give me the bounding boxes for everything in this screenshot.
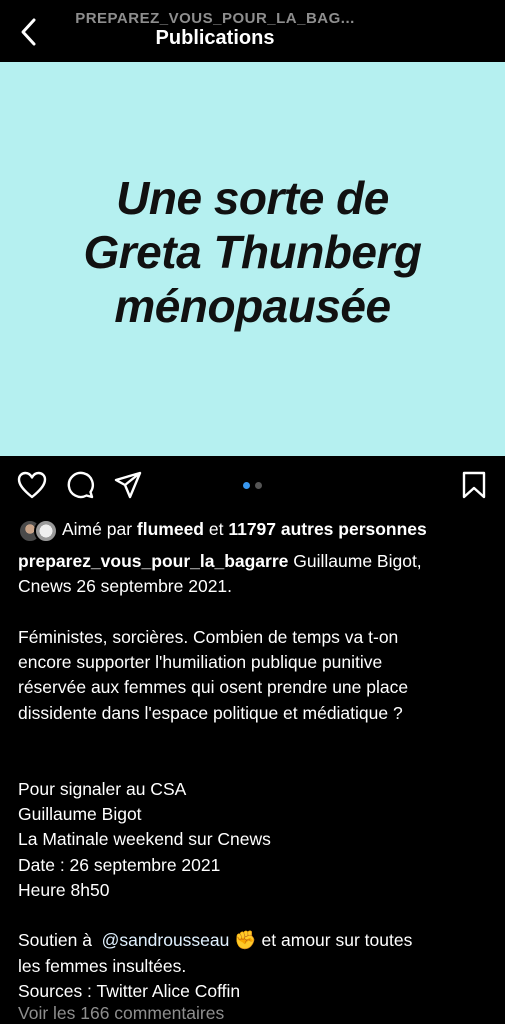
page-title: Publications — [155, 27, 275, 49]
save-button[interactable] — [458, 469, 490, 501]
carousel-dot — [243, 482, 250, 489]
liker-avatars — [18, 517, 58, 543]
sources-line: Sources : Twitter Alice Coffin — [18, 981, 241, 1002]
caption-para2-line: encore supporter l'humiliation publique … — [18, 652, 383, 673]
post-image-text: Une sorte de Greta Thunberg ménopausée — [83, 172, 422, 332]
support-line2: les femmes insultées. — [18, 955, 187, 976]
view-comments-link[interactable]: Voir les 166 commentaires — [18, 1003, 224, 1024]
carousel-dot — [255, 482, 262, 489]
support-suffix: et amour sur toutes — [256, 930, 413, 951]
caption-para3-line: Guillaume Bigot — [18, 803, 142, 824]
header: PREPAREZ_VOUS_POUR_LA_BAG... Publication… — [0, 0, 505, 62]
caption-para2-line: Féministes, sorcières. Combien de temps … — [18, 626, 399, 647]
caption-username[interactable]: preparez_vous_pour_la_bagarre — [18, 551, 288, 571]
carousel-indicator — [0, 482, 505, 489]
caption-para3-line: La Matinale weekend sur Cnews — [18, 829, 271, 850]
caption-line1: Guillaume Bigot, — [288, 551, 422, 571]
likes-row[interactable]: Aimé par flumeed et 11797 autres personn… — [18, 515, 498, 543]
raised-fist-emoji: ✊ — [234, 930, 257, 951]
likes-connector: et — [204, 518, 229, 539]
likes-others[interactable]: 11797 autres personnes — [228, 519, 426, 540]
support-prefix: Soutien à — [18, 930, 102, 951]
liker-username[interactable]: flumeed — [137, 519, 204, 540]
action-bar — [0, 465, 505, 507]
bookmark-icon — [462, 471, 486, 499]
caption-para3-line: Date : 26 septembre 2021 — [18, 854, 221, 875]
avatar — [34, 519, 58, 543]
post-image[interactable]: Une sorte de Greta Thunberg ménopausée — [0, 62, 505, 456]
caption: preparez_vous_pour_la_bagarre Guillaume … — [18, 549, 488, 1004]
caption-para2-line: dissidente dans l'espace politique et mé… — [18, 702, 403, 723]
instagram-post-screen: PREPAREZ_VOUS_POUR_LA_BAG... Publication… — [0, 0, 505, 1024]
caption-para2-line: réservée aux femmes qui osent prendre un… — [18, 677, 409, 698]
header-account-name[interactable]: PREPAREZ_VOUS_POUR_LA_BAG... — [0, 10, 430, 27]
likes-prefix: Aimé par — [62, 518, 137, 539]
caption-line2: Cnews 26 septembre 2021. — [18, 576, 233, 597]
mention-link[interactable]: @sandrousseau — [102, 930, 230, 950]
caption-para3-line: Pour signaler au CSA — [18, 778, 187, 799]
caption-para3-line: Heure 8h50 — [18, 879, 110, 900]
